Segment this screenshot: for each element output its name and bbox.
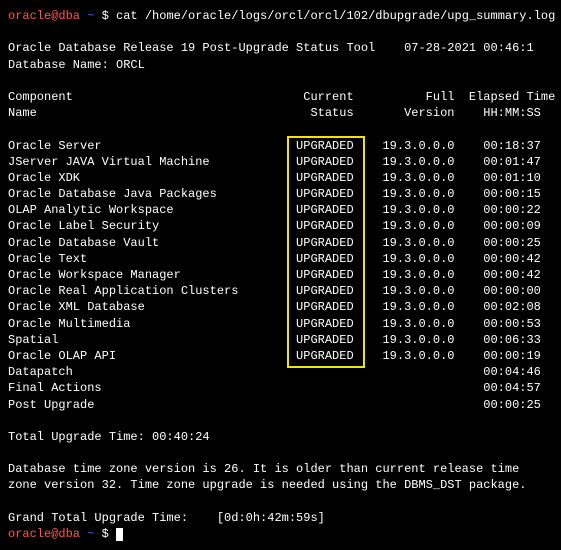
table-row: OLAP Analytic Workspace UPGRADED 19.3.0.…	[8, 202, 553, 218]
prompt-line-2[interactable]: oracle@dba ~ $	[8, 526, 553, 542]
table-row: Oracle XML Database UPGRADED 19.3.0.0.0 …	[8, 299, 553, 315]
table-row: Oracle Text UPGRADED 19.3.0.0.0 00:00:42	[8, 251, 553, 267]
prompt-dollar: $	[102, 9, 109, 23]
table-row: Datapatch 00:04:46	[8, 364, 553, 380]
table-row: Oracle OLAP API UPGRADED 19.3.0.0.0 00:0…	[8, 348, 553, 364]
column-header-1: Component Current Full Elapsed Time	[8, 89, 553, 105]
table-row: Oracle Server UPGRADED 19.3.0.0.0 00:18:…	[8, 138, 553, 154]
prompt-line[interactable]: oracle@dba ~ $ cat /home/oracle/logs/orc…	[8, 8, 553, 24]
table-row: Oracle Database Java Packages UPGRADED 1…	[8, 186, 553, 202]
table-row: Spatial UPGRADED 19.3.0.0.0 00:06:33	[8, 332, 553, 348]
table-row: JServer JAVA Virtual Machine UPGRADED 19…	[8, 154, 553, 170]
total-upgrade-time: Total Upgrade Time: 00:40:24	[8, 429, 553, 445]
cursor-icon	[116, 528, 123, 541]
table-row: Oracle Database Vault UPGRADED 19.3.0.0.…	[8, 235, 553, 251]
table-row: Oracle Label Security UPGRADED 19.3.0.0.…	[8, 218, 553, 234]
table-row: Oracle Multimedia UPGRADED 19.3.0.0.0 00…	[8, 316, 553, 332]
table-row: Oracle XDK UPGRADED 19.3.0.0.0 00:01:10	[8, 170, 553, 186]
tz-note-2: zone version 32. Time zone upgrade is ne…	[8, 477, 553, 493]
column-header-2: Name Status Version HH:MM:SS	[8, 105, 553, 121]
table-row: Final Actions 00:04:57	[8, 380, 553, 396]
db-name: Database Name: ORCL	[8, 57, 553, 73]
header-line: Oracle Database Release 19 Post-Upgrade …	[8, 40, 553, 56]
grand-total-line: Grand Total Upgrade Time: [0d:0h:42m:59s…	[8, 510, 553, 526]
table-row: Oracle Workspace Manager UPGRADED 19.3.0…	[8, 267, 553, 283]
prompt-tilde: ~	[87, 9, 94, 23]
prompt-user: oracle@dba	[8, 9, 80, 23]
command-text: cat /home/oracle/logs/orcl/orcl/102/dbup…	[116, 9, 555, 23]
table-row: Oracle Real Application Clusters UPGRADE…	[8, 283, 553, 299]
tz-note-1: Database time zone version is 26. It is …	[8, 461, 553, 477]
table-row: Post Upgrade 00:00:25	[8, 397, 553, 413]
